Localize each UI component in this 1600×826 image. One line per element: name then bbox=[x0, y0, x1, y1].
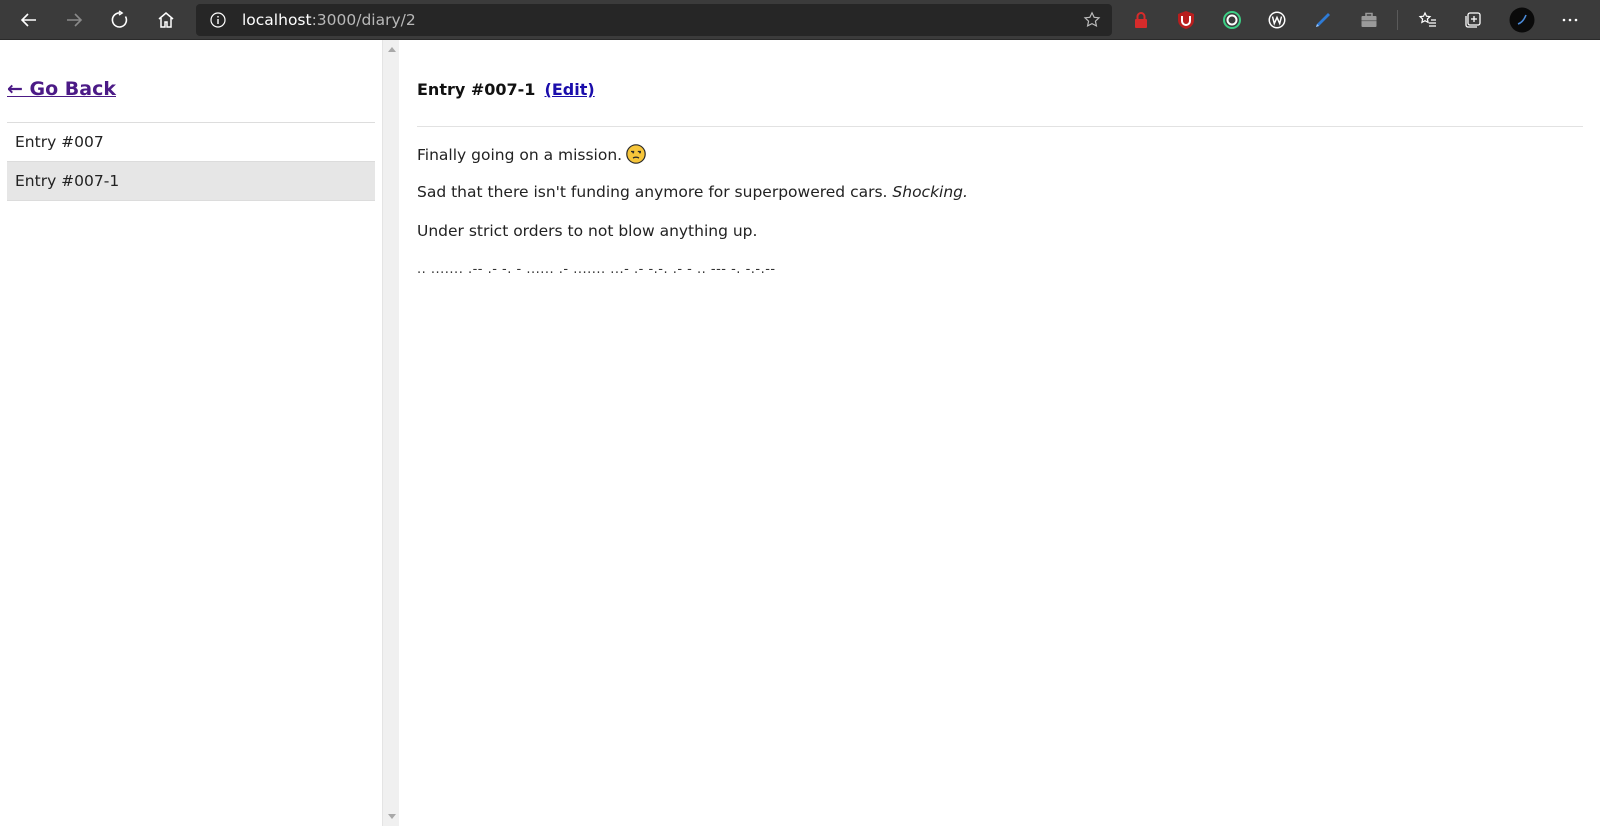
unamused-face-icon bbox=[626, 144, 646, 168]
entry-title: Entry #007-1 bbox=[417, 80, 536, 99]
collections-icon[interactable] bbox=[1459, 6, 1487, 34]
entry-paragraph-morse: .. ....... .-- .- -. - ...... .- .......… bbox=[417, 262, 776, 277]
more-options-icon[interactable] bbox=[1556, 6, 1584, 34]
lock-extension-icon[interactable] bbox=[1127, 6, 1155, 34]
scroll-down-icon[interactable] bbox=[383, 810, 400, 824]
scroll-up-icon[interactable] bbox=[383, 42, 400, 56]
entry-divider bbox=[417, 126, 1583, 127]
pen-extension-icon[interactable] bbox=[1309, 6, 1337, 34]
favorites-list-icon[interactable] bbox=[1414, 6, 1442, 34]
entry-content: Entry #007-1 (Edit) Finally going on a m… bbox=[399, 40, 1600, 826]
url-path: :3000/diary/2 bbox=[311, 11, 416, 29]
sidebar-scrollbar[interactable] bbox=[382, 40, 399, 826]
refresh-icon[interactable] bbox=[106, 6, 134, 34]
back-icon[interactable] bbox=[15, 6, 43, 34]
info-icon[interactable] bbox=[208, 10, 228, 30]
sidebar: ← Go Back Entry #007 Entry #007-1 bbox=[0, 40, 382, 826]
paragraph-2-emphasis: Shocking. bbox=[892, 183, 968, 201]
go-back-link[interactable]: ← Go Back bbox=[7, 78, 116, 100]
sidebar-item-entry-007-1[interactable]: Entry #007-1 bbox=[7, 162, 375, 201]
toolbar-separator bbox=[1397, 10, 1398, 30]
entry-header: Entry #007-1 (Edit) bbox=[417, 80, 595, 99]
w-extension-icon[interactable] bbox=[1263, 6, 1291, 34]
entry-paragraph-2: Sad that there isn't funding anymore for… bbox=[417, 183, 968, 201]
url-host: localhost bbox=[242, 11, 312, 29]
entry-paragraph-3: Under strict orders to not blow anything… bbox=[417, 222, 758, 240]
ublock-extension-icon[interactable] bbox=[1172, 6, 1200, 34]
address-bar[interactable]: localhost:3000/diary/2 bbox=[196, 4, 1112, 36]
sidebar-item-entry-007[interactable]: Entry #007 bbox=[7, 123, 375, 162]
paragraph-1-text: Finally going on a mission. bbox=[417, 146, 623, 164]
edit-link[interactable]: (Edit) bbox=[545, 80, 595, 99]
url-text[interactable]: localhost:3000/diary/2 bbox=[242, 10, 416, 30]
page-viewport: ← Go Back Entry #007 Entry #007-1 Entry … bbox=[0, 40, 1600, 826]
entry-paragraph-1: Finally going on a mission. bbox=[417, 144, 646, 168]
ring-extension-icon[interactable] bbox=[1218, 6, 1246, 34]
browser-toolbar: localhost:3000/diary/2 bbox=[0, 0, 1600, 40]
favorite-star-icon[interactable] bbox=[1082, 10, 1102, 30]
forward-icon[interactable] bbox=[60, 6, 88, 34]
home-icon[interactable] bbox=[152, 6, 180, 34]
profile-avatar-icon[interactable] bbox=[1508, 6, 1536, 34]
paragraph-2-text: Sad that there isn't funding anymore for… bbox=[417, 183, 893, 201]
entry-list: Entry #007 Entry #007-1 bbox=[7, 123, 375, 201]
briefcase-extension-icon[interactable] bbox=[1355, 6, 1383, 34]
